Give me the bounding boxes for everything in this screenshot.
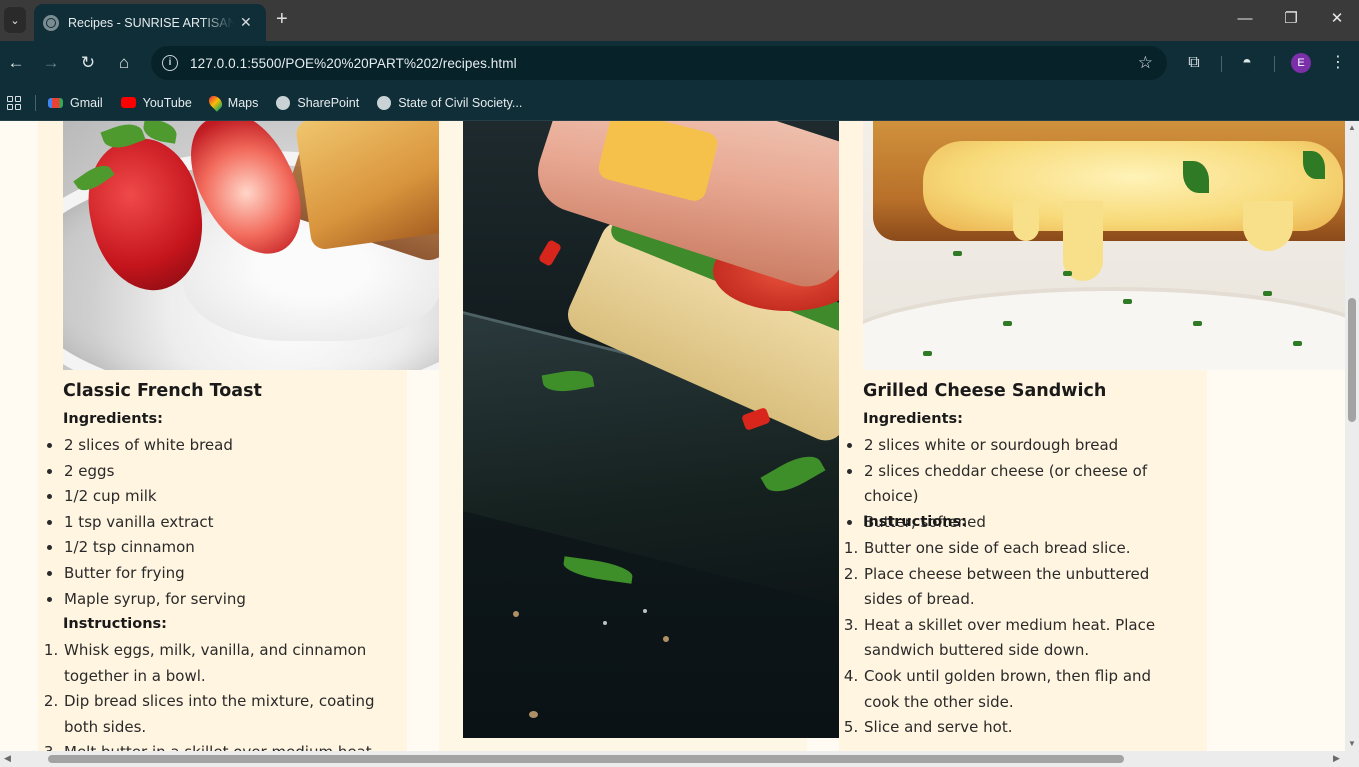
tab-title: Recipes - SUNRISE ARTISAN BAKERY — [68, 15, 234, 30]
new-tab-button[interactable]: + — [276, 8, 288, 30]
globe-icon — [377, 95, 392, 110]
instruction-step: Cook until golden brown, then flip and c… — [863, 664, 1188, 715]
site-info-icon[interactable]: i — [162, 55, 178, 71]
home-icon: ⌂ — [118, 53, 130, 72]
vertical-scrollbar[interactable]: ▲ ▼ — [1345, 121, 1359, 751]
instructions-heading: Instructions: — [63, 616, 167, 632]
address-bar[interactable]: i 127.0.0.1:5500/POE%20%20PART%202/recip… — [151, 46, 1167, 80]
globe-icon — [276, 95, 291, 110]
ingredient-item: 2 eggs — [63, 459, 383, 485]
globe-icon — [43, 14, 59, 31]
home-button[interactable]: ⌂ — [112, 51, 136, 75]
bookmark-gmail[interactable]: Gmail — [48, 96, 103, 110]
scroll-left-icon[interactable]: ◀ — [4, 753, 11, 764]
instruction-step: Heat a skillet over medium heat. Place s… — [863, 613, 1188, 664]
tab-strip: ⌄ Recipes - SUNRISE ARTISAN BAKERY ✕ + —… — [0, 0, 1359, 41]
ingredient-item: 2 slices cheddar cheese (or cheese of ch… — [863, 459, 1193, 510]
incognito-icon[interactable]: ◓ — [1235, 51, 1259, 75]
bookmark-state-of-civil-society[interactable]: State of Civil Society... — [377, 95, 522, 110]
ingredients-list: 2 slices of white bread 2 eggs 1/2 cup m… — [63, 433, 383, 612]
forward-button[interactable]: → — [39, 51, 63, 75]
tab-recipes[interactable]: Recipes - SUNRISE ARTISAN BAKERY ✕ — [34, 4, 266, 41]
bookmark-youtube[interactable]: YouTube — [120, 96, 192, 110]
url-text[interactable]: 127.0.0.1:5500/POE%20%20PART%202/recipes… — [190, 56, 517, 71]
horizontal-scrollbar[interactable]: ◀ ▶ — [0, 751, 1359, 767]
instruction-step: Place cheese between the unbuttered side… — [863, 562, 1188, 613]
back-button[interactable]: ← — [4, 51, 28, 75]
grilled-cheese-image — [863, 121, 1345, 370]
ingredient-item: 2 slices white or sourdough bread — [863, 433, 1193, 459]
ingredient-item: Maple syrup, for serving — [63, 587, 383, 613]
restore-button[interactable]: ❐ — [1268, 8, 1314, 30]
scroll-down-icon[interactable]: ▼ — [1348, 739, 1356, 748]
ingredients-heading: Ingredients: — [63, 411, 163, 427]
recipe-title: Classic French Toast — [63, 381, 262, 401]
instruction-step: Slice and serve hot. — [863, 715, 1188, 741]
extensions-icon[interactable]: ⧉ — [1182, 51, 1206, 75]
instructions-list: Whisk eggs, milk, vanilla, and cinnamon … — [63, 638, 383, 751]
apps-grid-icon[interactable] — [7, 95, 21, 110]
instruction-step: Melt butter in a skillet over medium hea… — [63, 740, 383, 751]
vertical-scroll-thumb[interactable] — [1348, 298, 1356, 422]
menu-icon[interactable]: ⋮ — [1326, 51, 1350, 75]
arrow-left-icon: ← — [7, 53, 25, 72]
tab-search-button[interactable]: ⌄ — [4, 7, 26, 33]
arrow-right-icon: → — [42, 53, 60, 72]
toolbar-divider — [1221, 56, 1222, 72]
sandwich-image — [463, 121, 839, 738]
instruction-step: Butter one side of each bread slice. — [863, 536, 1188, 562]
reload-button[interactable]: ↻ — [76, 51, 100, 75]
recipe-title: Grilled Cheese Sandwich — [863, 381, 1107, 401]
bookmark-maps[interactable]: Maps — [206, 93, 258, 112]
horizontal-scroll-thumb[interactable] — [48, 755, 1124, 763]
instruction-step: Whisk eggs, milk, vanilla, and cinnamon … — [63, 638, 383, 689]
star-icon[interactable]: ☆ — [1138, 53, 1153, 73]
instructions-list: Butter one side of each bread slice. Pla… — [863, 536, 1188, 741]
browser-toolbar: ← → ↻ ⌂ i 127.0.0.1:5500/POE%20%20PART%2… — [0, 41, 1359, 85]
youtube-icon — [120, 97, 136, 108]
page-viewport: Classic French Toast Ingredients: 2 slic… — [0, 121, 1345, 751]
scroll-right-icon[interactable]: ▶ — [1333, 753, 1340, 764]
bookmarks-bar: Gmail YouTube Maps SharePoint State of C… — [0, 85, 1359, 121]
chevron-down-icon: ⌄ — [10, 14, 20, 27]
minimize-button[interactable]: — — [1222, 8, 1268, 30]
reload-icon: ↻ — [80, 53, 96, 72]
bookmark-sharepoint[interactable]: SharePoint — [276, 95, 359, 110]
ingredient-item: 1/2 cup milk — [63, 484, 383, 510]
ingredient-item: 1/2 tsp cinnamon — [63, 535, 383, 561]
french-toast-image — [63, 121, 439, 370]
ingredient-item: 1 tsp vanilla extract — [63, 510, 383, 536]
instruction-step: Dip bread slices into the mixture, coati… — [63, 689, 383, 740]
instructions-heading: Instructions: — [863, 514, 967, 530]
ingredients-heading: Ingredients: — [863, 411, 963, 427]
toolbar-divider — [1274, 56, 1275, 72]
close-icon[interactable]: ✕ — [240, 14, 252, 31]
ingredient-item: Butter for frying — [63, 561, 383, 587]
maps-icon — [206, 93, 225, 112]
scroll-up-icon[interactable]: ▲ — [1348, 123, 1356, 132]
gmail-icon — [48, 97, 63, 108]
close-window-button[interactable]: ✕ — [1314, 8, 1359, 30]
ingredient-item: 2 slices of white bread — [63, 433, 383, 459]
bookmarks-divider — [35, 94, 36, 111]
profile-avatar[interactable]: E — [1291, 53, 1311, 73]
